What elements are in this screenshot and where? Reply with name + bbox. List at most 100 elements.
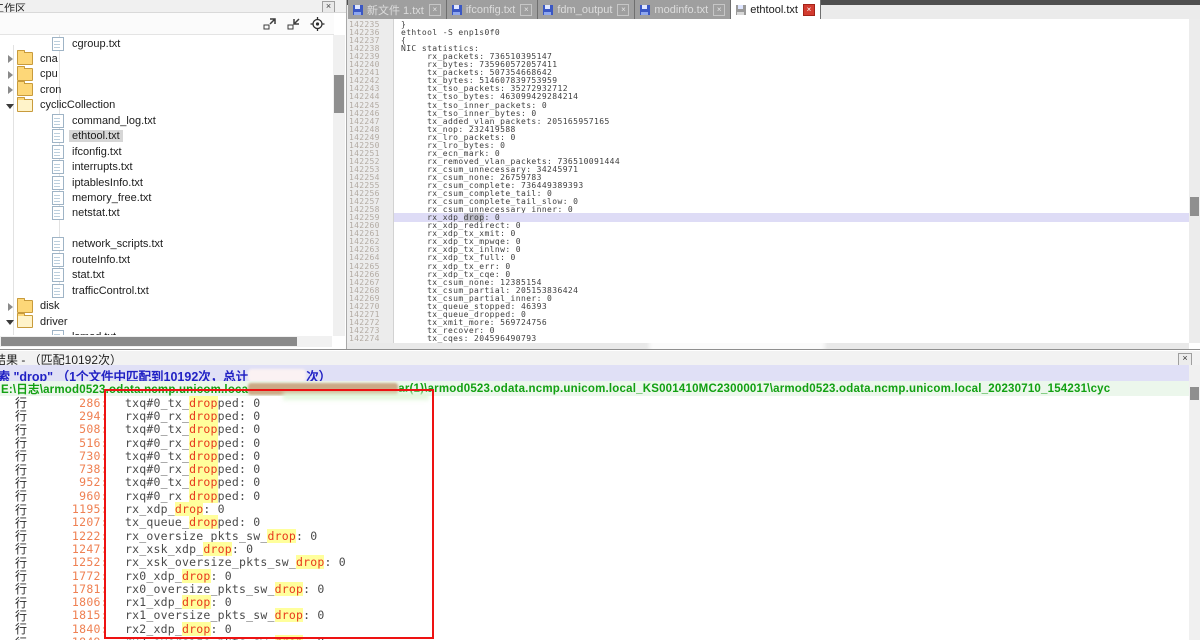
workspace-close-icon[interactable]: × bbox=[322, 1, 335, 13]
folder-icon bbox=[17, 99, 33, 112]
results-header: 结果 - （匹配10192次） × bbox=[0, 351, 1200, 365]
tab-close-icon[interactable]: × bbox=[520, 4, 532, 16]
tree-item-ethtool-txt[interactable]: ethtool.txt bbox=[52, 129, 123, 144]
file-tree: cgroup.txt cnacpucron cyclicCollection comm… bbox=[0, 35, 332, 335]
results-close-icon[interactable]: × bbox=[1178, 353, 1192, 365]
tree-item-label: network_scripts.txt bbox=[69, 238, 166, 250]
tab-close-icon[interactable]: × bbox=[803, 4, 815, 16]
search-summary-line[interactable]: 搜索 "drop" （1个文件中匹配到10192次，总计 次） bbox=[0, 365, 1189, 381]
match-line-number: 960: bbox=[28, 489, 108, 503]
tree-item-disk[interactable]: disk bbox=[6, 299, 63, 314]
tree-item-label: cgroup.txt bbox=[69, 38, 123, 50]
save-icon bbox=[736, 5, 746, 15]
tab-fdm_output[interactable]: fdm_output× bbox=[538, 0, 635, 19]
file-icon bbox=[52, 176, 64, 190]
tab-label: ethtool.txt bbox=[750, 4, 798, 16]
tree-item-label: cyclicCollection bbox=[37, 99, 118, 111]
tab-ifconfig-txt[interactable]: ifconfig.txt × bbox=[447, 0, 539, 19]
expand-all-icon[interactable] bbox=[261, 16, 278, 32]
tree-item-lsmod-txt[interactable]: lsmod.txt bbox=[52, 330, 119, 335]
match-line-number: 730: bbox=[28, 449, 108, 463]
editor-line: 142236ethtool -S enp1s0f0 bbox=[347, 29, 1189, 37]
match-line-number: 508: bbox=[28, 422, 108, 436]
tab-close-icon[interactable]: × bbox=[429, 4, 441, 16]
chevron-right-icon[interactable] bbox=[6, 70, 15, 79]
tree-item-label: command_log.txt bbox=[69, 115, 159, 127]
file-icon bbox=[52, 206, 64, 220]
workspace-title: 工作区 bbox=[0, 0, 26, 13]
tab-modinfo-txt[interactable]: modinfo.txt × bbox=[635, 0, 731, 19]
tree-hscrollbar-thumb[interactable] bbox=[1, 337, 297, 346]
search-summary-suffix: 次） bbox=[306, 366, 331, 381]
tree-item-command_log-txt[interactable]: command_log.txt bbox=[52, 113, 159, 128]
tree-item-cpu[interactable]: cpu bbox=[6, 67, 61, 82]
save-icon bbox=[353, 5, 363, 15]
tab-close-icon[interactable]: × bbox=[617, 4, 629, 16]
match-line-number: 738: bbox=[28, 462, 108, 476]
tree-item-ifconfig-txt[interactable]: ifconfig.txt bbox=[52, 144, 125, 159]
folder-icon bbox=[17, 68, 33, 81]
tree-horizontal-scrollbar[interactable] bbox=[0, 336, 332, 347]
editor-vertical-scrollbar[interactable] bbox=[1189, 19, 1200, 343]
match-line-number: 1252: bbox=[28, 555, 108, 569]
tree-item-interrupts-txt[interactable]: interrupts.txt bbox=[52, 160, 136, 175]
tree-item-label: routeInfo.txt bbox=[69, 254, 133, 266]
editor-panel: 新文件 1.txt×ifconfig.txt×fdm_output×modinf… bbox=[347, 0, 1200, 349]
tree-item-network_scripts-txt[interactable]: network_scripts.txt bbox=[52, 237, 166, 252]
save-icon bbox=[543, 5, 553, 15]
tree-item-label: stat.txt bbox=[69, 269, 107, 281]
tree-item-routeInfo-txt[interactable]: routeInfo.txt bbox=[52, 252, 133, 267]
code-editor[interactable]: 142235}142236ethtool -S enp1s0f0142237{1… bbox=[347, 19, 1189, 343]
tree-item-cna[interactable]: cna bbox=[6, 51, 61, 66]
file-path-text: ar(1)\armod0523.odata.ncmp.unicom.local_… bbox=[398, 383, 1110, 395]
tree-item-stat-txt[interactable]: stat.txt bbox=[52, 268, 107, 283]
tree-item-cyclicCollection[interactable]: cyclicCollection bbox=[6, 98, 118, 113]
chevron-down-icon[interactable] bbox=[6, 317, 15, 326]
folder-icon bbox=[17, 315, 33, 328]
tree-item-cgroup-txt[interactable]: cgroup.txt bbox=[52, 36, 123, 51]
tree-item-label: lsmod.txt bbox=[69, 331, 119, 335]
file-icon bbox=[52, 37, 64, 51]
tree-item-label: iptablesInfo.txt bbox=[69, 177, 146, 189]
tree-item-netstat-txt[interactable]: netstat.txt bbox=[52, 206, 123, 221]
tab-close-icon[interactable]: × bbox=[713, 4, 725, 16]
match-line-number: 1849: bbox=[28, 635, 108, 640]
chevron-right-icon[interactable] bbox=[6, 85, 15, 94]
tree-scrollbar-thumb[interactable] bbox=[334, 75, 344, 113]
match-line-number: 286: bbox=[28, 396, 108, 410]
chevron-down-icon[interactable] bbox=[6, 101, 15, 110]
match-line-number: 1781: bbox=[28, 582, 108, 596]
tree-item-trafficControl-txt[interactable]: trafficControl.txt bbox=[52, 283, 152, 298]
tree-vertical-scrollbar[interactable] bbox=[333, 35, 345, 336]
editor-scrollbar-thumb[interactable] bbox=[1190, 197, 1199, 216]
file-icon bbox=[52, 284, 64, 298]
tree-item-cron[interactable]: cron bbox=[6, 82, 64, 97]
save-icon bbox=[452, 5, 462, 15]
locate-file-icon[interactable] bbox=[309, 16, 326, 32]
match-line-number: 1806: bbox=[28, 595, 108, 609]
tree-item-label: disk bbox=[37, 300, 63, 312]
folder-icon bbox=[17, 52, 33, 65]
results-vertical-scrollbar[interactable] bbox=[1189, 365, 1200, 640]
search-summary-text: 搜索 "drop" （1个文件中匹配到10192次，总计 bbox=[0, 366, 248, 381]
tab-label: modinfo.txt bbox=[654, 4, 708, 16]
tab--1-txt[interactable]: 新文件 1.txt× bbox=[348, 0, 447, 19]
match-line-number: 1247: bbox=[28, 542, 108, 556]
tree-item-driver[interactable]: driver bbox=[6, 314, 71, 329]
match-line-number: 1222: bbox=[28, 529, 108, 543]
tree-item-label: memory_free.txt bbox=[69, 192, 154, 204]
tree-item-iptablesInfo-txt[interactable]: iptablesInfo.txt bbox=[52, 175, 146, 190]
chevron-right-icon[interactable] bbox=[6, 54, 15, 63]
tree-item-memory_free-txt[interactable]: memory_free.txt bbox=[52, 191, 154, 206]
folder-icon bbox=[17, 83, 33, 96]
file-icon bbox=[52, 145, 64, 159]
match-line-number: 1207: bbox=[28, 515, 108, 529]
match-line-number: 516: bbox=[28, 436, 108, 450]
tab-ethtool-txt[interactable]: ethtool.txt × bbox=[731, 0, 821, 19]
file-icon bbox=[52, 191, 64, 205]
tab-label: ifconfig.txt bbox=[466, 4, 516, 16]
collapse-all-icon[interactable] bbox=[285, 16, 302, 32]
tree-item-label: netstat.txt bbox=[69, 207, 123, 219]
chevron-right-icon[interactable] bbox=[6, 302, 15, 311]
results-scrollbar-thumb[interactable] bbox=[1190, 387, 1199, 400]
